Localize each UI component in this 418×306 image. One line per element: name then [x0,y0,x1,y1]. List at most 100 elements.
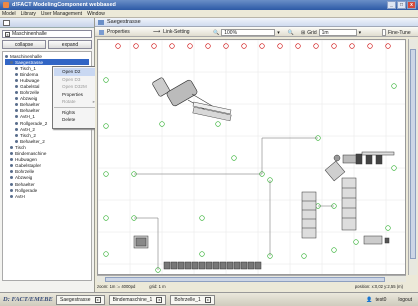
context-item-properties[interactable]: Properties [54,91,97,99]
dfact-logo: D: FACT/EMEBE [3,296,53,303]
current-user: 👤 test0 [366,297,386,303]
tree-item-label: Bindema [20,71,39,77]
anchor-marker [115,43,121,49]
link-node-marker[interactable] [391,83,397,89]
minimize-button[interactable]: _ [387,1,396,9]
context-menu: Open D2 Open D3 Open D32M Properties Rotate ▸… [52,66,99,129]
link-node-marker[interactable] [301,253,307,259]
close-icon[interactable]: x [156,296,163,303]
tree-node-icon [15,85,18,89]
anchor-marker [295,43,301,49]
close-icon[interactable]: x [204,296,211,303]
grid-control[interactable]: ⊞ Grid 1m ▾ [301,29,361,36]
fine-tune-control[interactable]: Fine-Tune [382,29,411,36]
position-status: position: x:0,02 y:2,55 (m) [354,284,403,289]
app-icon [3,2,9,8]
conveyor-bottom [163,261,262,270]
context-item-label: Open D3 [62,76,81,82]
conveyor-segment [233,261,241,270]
editor-tab[interactable]: Saegestrasse [95,18,418,27]
conveyor-upper [192,101,232,122]
anchor-marker [187,43,193,49]
conveyor-segment [170,261,178,270]
conveyor-segment [205,261,213,270]
context-item-open-d2[interactable]: Open D2 [54,68,97,76]
link-node-marker[interactable] [103,171,109,177]
user-name: test0 [375,296,387,303]
layout-drawing [98,40,405,274]
link-node-marker[interactable] [215,121,221,127]
grid-select[interactable]: 1m [318,29,357,36]
editor-toolbar: Properties ⟶ Link-Setting 🔍 100% ▾ 🔍 ⊞ G… [95,27,418,37]
close-icon[interactable]: x [94,296,101,303]
link-node-marker[interactable] [353,239,359,245]
tree-item-label: Tisch_2 [20,132,36,138]
link-node-marker[interactable] [199,215,205,221]
horizontal-scroll-thumb[interactable] [105,277,385,282]
task-bindemaschine[interactable]: Bindemaschine_1 x [108,294,167,305]
link-node-marker[interactable] [103,123,109,129]
conveyor-segment [240,261,248,270]
tree-item-label: AvtH_2 [20,126,35,132]
menu-user-management[interactable]: User Management [41,11,82,17]
chevron-down-icon: ▾ [277,29,280,36]
context-item-label: Rights [62,109,76,115]
link-node-marker[interactable] [231,155,237,161]
tree-node-icon [10,170,13,174]
layout-canvas[interactable] [97,39,406,275]
link-setting-button[interactable]: ⟶ Link-Setting [153,29,190,35]
menu-model[interactable]: Model [2,11,16,17]
tree-item-label: Saegestrasse [15,59,44,65]
close-tab-icon[interactable]: x [5,31,10,37]
tree-node-icon [10,194,13,198]
link-node-marker[interactable] [385,225,391,231]
horizontal-scrollbar[interactable] [97,275,406,282]
tree-node-icon [10,182,13,186]
panel-icon [3,19,10,26]
logout-link[interactable]: logout [398,297,412,303]
context-item-open-d3: Open D3 [54,76,97,84]
anchor-marker [367,43,373,49]
grid-label: Grid [307,29,317,36]
tree-item-label: Gabelstapler [15,163,42,169]
menu-library[interactable]: Library [21,11,36,17]
link-node-marker[interactable] [103,215,109,221]
collapse-button[interactable]: collapse [2,40,46,49]
link-node-marker[interactable] [199,251,205,257]
task-saegestrasse[interactable]: Saegestrasse x [56,294,105,305]
link-node-marker[interactable] [103,251,109,257]
link-node-marker[interactable] [103,77,109,83]
tab-maschinenhalle[interactable]: x Maschinenhalle [2,30,92,38]
zoom-select[interactable]: 100% [221,29,276,36]
anchor-marker [349,43,355,49]
conveyor-segment [191,261,199,270]
anchor-marker [133,43,139,49]
context-item-delete[interactable]: Delete [54,116,97,124]
menu-window[interactable]: Window [87,11,105,17]
zoom-fit-icon[interactable]: 🔍 [288,30,294,36]
tree-item-label: Abzweig [20,96,38,102]
maximize-button[interactable]: □ [397,1,406,9]
menu-separator [54,106,97,108]
tree-node-icon [10,188,13,192]
tree-item-label: Maschinenhalle [10,53,42,59]
zoom-control[interactable]: 🔍 100% ▾ 🔍 [213,29,294,36]
panel-header [0,18,94,28]
vertical-scrollbar[interactable] [408,39,417,275]
link-node-marker[interactable] [391,165,397,171]
tree-item-label: Gabelstal [20,84,40,90]
tree-item[interactable]: AvtH [5,193,89,199]
link-node-marker[interactable] [331,247,337,253]
vertical-scroll-thumb[interactable] [410,49,416,259]
expand-button[interactable]: expand [48,40,92,49]
properties-label: Properties [107,29,130,35]
task-bohrzelle[interactable]: Bohrzelle_1 x [170,294,215,305]
context-item-label: Open D32M [62,84,87,90]
close-button[interactable]: x [407,1,416,9]
context-item-rotate: Rotate ▸ [54,98,97,106]
properties-button[interactable]: Properties [99,29,130,35]
link-node-marker[interactable] [159,121,165,127]
layout-icon [98,19,104,25]
context-item-rights[interactable]: Rights [54,109,97,117]
fine-tune-checkbox[interactable] [382,29,386,36]
